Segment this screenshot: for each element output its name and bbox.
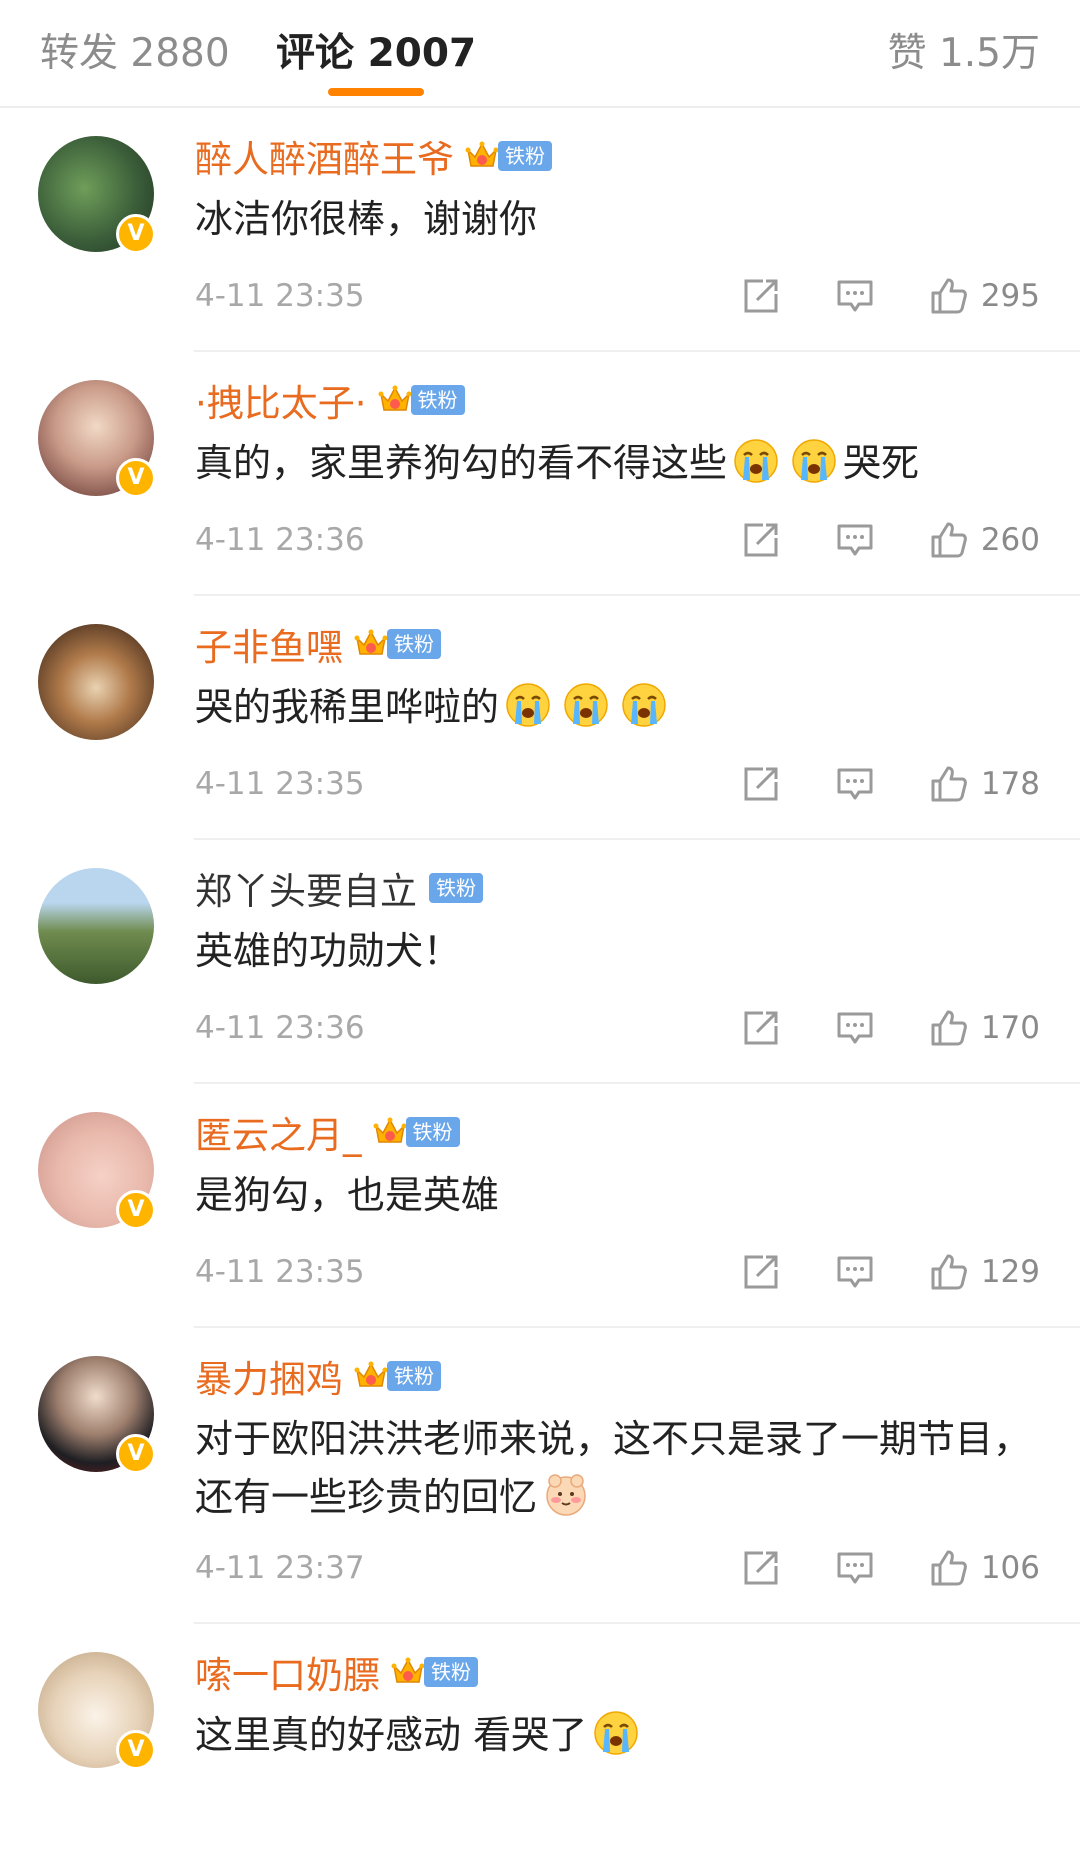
share-icon[interactable] bbox=[741, 520, 781, 560]
thumbs-up-icon[interactable] bbox=[929, 1548, 969, 1588]
fan-badge: 铁粉 bbox=[387, 1361, 441, 1391]
verified-badge: V bbox=[116, 1434, 156, 1474]
comment-text: 真的，家里养狗勾的看不得这些 哭死 bbox=[195, 434, 1042, 492]
fan-badge: 铁粉 bbox=[498, 141, 552, 171]
username[interactable]: 醉人醉酒醉王爷 bbox=[195, 129, 454, 183]
avatar[interactable] bbox=[38, 624, 154, 740]
crown-icon bbox=[390, 1654, 426, 1690]
verified-badge: V bbox=[116, 458, 156, 498]
comment-icon[interactable] bbox=[835, 1548, 875, 1588]
share-icon[interactable] bbox=[741, 276, 781, 316]
crown-icon bbox=[353, 1358, 389, 1394]
like-count: 178 bbox=[980, 766, 1040, 802]
fan-badge: 铁粉 bbox=[387, 629, 441, 659]
crying-emoji bbox=[733, 438, 779, 484]
share-icon[interactable] bbox=[741, 1548, 781, 1588]
comment-item: V ·拽比太子· 铁粉 真的，家里养狗勾的看不得这些 哭死 4-11 23:36 … bbox=[0, 352, 1080, 596]
crying-emoji bbox=[621, 682, 667, 728]
crying-emoji bbox=[593, 1710, 639, 1756]
crown-icon bbox=[353, 626, 389, 662]
share-icon[interactable] bbox=[741, 1252, 781, 1292]
comment-list: V 醉人醉酒醉王爷 铁粉 冰洁你很棒，谢谢你 4-11 23:35 295 V … bbox=[0, 108, 1080, 1868]
thumbs-up-icon[interactable] bbox=[929, 1252, 969, 1292]
comment-icon[interactable] bbox=[835, 276, 875, 316]
username[interactable]: ·拽比太子· bbox=[195, 373, 367, 427]
active-tab-indicator bbox=[328, 88, 424, 96]
crying-emoji bbox=[563, 682, 609, 728]
like-count: 260 bbox=[980, 522, 1040, 558]
crying-emoji bbox=[505, 682, 551, 728]
fan-badge: 铁粉 bbox=[429, 873, 483, 903]
thumbs-up-icon[interactable] bbox=[929, 276, 969, 316]
comment-tabs: 转发 2880 评论 2007 赞 1.5万 bbox=[0, 0, 1080, 108]
tab-likes[interactable]: 赞 1.5万 bbox=[888, 22, 1040, 78]
comment-item: V 暴力捆鸡 铁粉 对于欧阳洪洪老师来说，这不只是录了一期节目，还有一些珍贵的回… bbox=[0, 1328, 1080, 1624]
comment-time: 4-11 23:36 bbox=[195, 1010, 365, 1046]
comment-item: 子非鱼嘿 铁粉 哭的我稀里哗啦的 4-11 23:35 178 bbox=[0, 596, 1080, 840]
avatar[interactable] bbox=[38, 868, 154, 984]
verified-badge: V bbox=[116, 1190, 156, 1230]
comment-item: 郑丫头要自立 铁粉 英雄的功勋犬！ 4-11 23:36 170 bbox=[0, 840, 1080, 1084]
username[interactable]: 郑丫头要自立 bbox=[195, 861, 417, 915]
comment-icon[interactable] bbox=[835, 1008, 875, 1048]
username[interactable]: 嗦一口奶膘 bbox=[195, 1645, 380, 1699]
share-icon[interactable] bbox=[741, 1008, 781, 1048]
fan-badge: 铁粉 bbox=[405, 1117, 460, 1147]
thumbs-up-icon[interactable] bbox=[929, 520, 969, 560]
comment-time: 4-11 23:35 bbox=[195, 1254, 365, 1290]
verified-badge: V bbox=[116, 1730, 156, 1770]
like-count: 295 bbox=[980, 278, 1040, 314]
comment-time: 4-11 23:37 bbox=[195, 1550, 365, 1586]
thumbs-up-icon[interactable] bbox=[929, 764, 969, 804]
verified-badge: V bbox=[116, 214, 156, 254]
crown-icon bbox=[377, 382, 413, 418]
comment-text: 这里真的好感动 看哭了 bbox=[195, 1706, 1042, 1764]
comment-item: V 嗦一口奶膘 铁粉 这里真的好感动 看哭了 bbox=[0, 1624, 1080, 1868]
comment-icon[interactable] bbox=[835, 764, 875, 804]
comment-time: 4-11 23:36 bbox=[195, 522, 365, 558]
like-count: 170 bbox=[980, 1010, 1040, 1046]
username[interactable]: 暴力捆鸡 bbox=[195, 1349, 343, 1403]
comment-item: V 匿云之月_ 铁粉 是狗勾，也是英雄 4-11 23:35 129 bbox=[0, 1084, 1080, 1328]
comment-icon[interactable] bbox=[835, 520, 875, 560]
thumbs-up-icon[interactable] bbox=[929, 1008, 969, 1048]
comment-text: 哭的我稀里哗啦的 bbox=[195, 678, 1042, 736]
shy-emoji bbox=[543, 1472, 589, 1518]
tab-comments[interactable]: 评论 2007 bbox=[276, 22, 476, 78]
crown-icon bbox=[464, 138, 500, 174]
username[interactable]: 匿云之月_ bbox=[195, 1105, 362, 1159]
comment-text: 对于欧阳洪洪老师来说，这不只是录了一期节目，还有一些珍贵的回忆 bbox=[195, 1417, 1032, 1519]
crying-emoji bbox=[791, 438, 837, 484]
comment-time: 4-11 23:35 bbox=[195, 278, 365, 314]
fan-badge: 铁粉 bbox=[424, 1657, 478, 1687]
like-count: 129 bbox=[980, 1254, 1040, 1290]
crown-icon bbox=[372, 1114, 408, 1150]
like-count: 106 bbox=[980, 1550, 1040, 1586]
comment-text: 英雄的功勋犬！ bbox=[195, 929, 462, 973]
comment-icon[interactable] bbox=[835, 1252, 875, 1292]
share-icon[interactable] bbox=[741, 764, 781, 804]
comment-time: 4-11 23:35 bbox=[195, 766, 365, 802]
tab-reposts[interactable]: 转发 2880 bbox=[40, 22, 230, 78]
comment-text: 是狗勾，也是英雄 bbox=[195, 1173, 500, 1217]
username[interactable]: 子非鱼嘿 bbox=[195, 617, 343, 671]
fan-badge: 铁粉 bbox=[410, 385, 465, 415]
comment-text: 冰洁你很棒，谢谢你 bbox=[195, 197, 538, 241]
comment-item: V 醉人醉酒醉王爷 铁粉 冰洁你很棒，谢谢你 4-11 23:35 295 bbox=[0, 108, 1080, 352]
